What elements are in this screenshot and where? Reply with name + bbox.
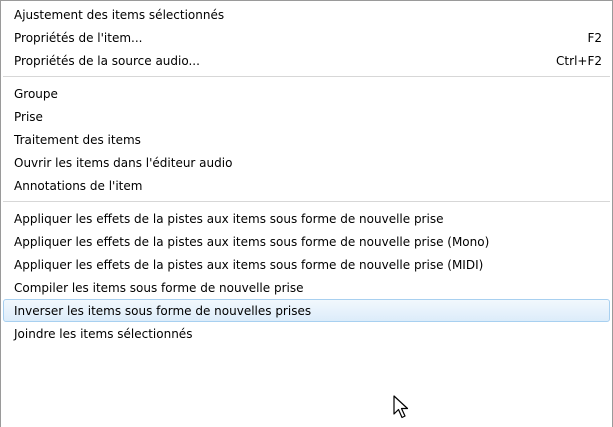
menu-item-item-notes[interactable]: Annotations de l'item bbox=[3, 174, 610, 197]
menu-item-item-properties[interactable]: Propriétés de l'item... F2 bbox=[3, 26, 610, 49]
menu-item-glue-new-take[interactable]: Compiler les items sous forme de nouvell… bbox=[3, 276, 610, 299]
menu-item-item-processing[interactable]: Traitement des items bbox=[3, 128, 610, 151]
menu-item-label: Propriétés de la source audio... bbox=[14, 54, 200, 68]
menu-item-open-in-audio-editor[interactable]: Ouvrir les items dans l'éditeur audio bbox=[3, 151, 610, 174]
menu-item-group[interactable]: Groupe bbox=[3, 82, 610, 105]
menu-item-reverse-new-take[interactable]: Inverser les items sous forme de nouvell… bbox=[3, 299, 610, 322]
menu-item-label: Propriétés de l'item... bbox=[14, 31, 143, 45]
mouse-cursor-icon bbox=[393, 395, 409, 419]
menu-separator bbox=[3, 201, 610, 202]
menu-item-label: Appliquer les effets de la pistes aux it… bbox=[14, 212, 444, 226]
menu-item-glue-selected-items[interactable]: Joindre les items sélectionnés bbox=[3, 322, 610, 345]
menu-item-label: Ouvrir les items dans l'éditeur audio bbox=[14, 156, 233, 170]
menu-item-label: Ajustement des items sélectionnés bbox=[14, 8, 225, 22]
menu-item-audio-source-properties[interactable]: Propriétés de la source audio... Ctrl+F2 bbox=[3, 49, 610, 72]
menu-item-take[interactable]: Prise bbox=[3, 105, 610, 128]
menu-item-shortcut: F2 bbox=[587, 31, 602, 45]
menu-item-label: Inverser les items sous forme de nouvell… bbox=[14, 304, 312, 318]
context-menu: Ajustement des items sélectionnés Propri… bbox=[0, 0, 613, 427]
menu-item-label: Compiler les items sous forme de nouvell… bbox=[14, 281, 304, 295]
menu-separator bbox=[3, 76, 610, 77]
menu-item-label: Annotations de l'item bbox=[14, 179, 143, 193]
menu-item-apply-fx-new-take[interactable]: Appliquer les effets de la pistes aux it… bbox=[3, 207, 610, 230]
menu-item-apply-fx-new-take-mono[interactable]: Appliquer les effets de la pistes aux it… bbox=[3, 230, 610, 253]
menu-item-shortcut: Ctrl+F2 bbox=[556, 54, 602, 68]
menu-item-apply-fx-new-take-midi[interactable]: Appliquer les effets de la pistes aux it… bbox=[3, 253, 610, 276]
menu-item-label: Appliquer les effets de la pistes aux it… bbox=[14, 235, 490, 249]
menu-item-label: Prise bbox=[14, 110, 43, 124]
menu-item-label: Joindre les items sélectionnés bbox=[14, 327, 193, 341]
menu-item-adjust-selected-items[interactable]: Ajustement des items sélectionnés bbox=[3, 3, 610, 26]
menu-item-label: Traitement des items bbox=[14, 133, 141, 147]
menu-item-label: Appliquer les effets de la pistes aux it… bbox=[14, 258, 484, 272]
menu-item-label: Groupe bbox=[14, 87, 58, 101]
